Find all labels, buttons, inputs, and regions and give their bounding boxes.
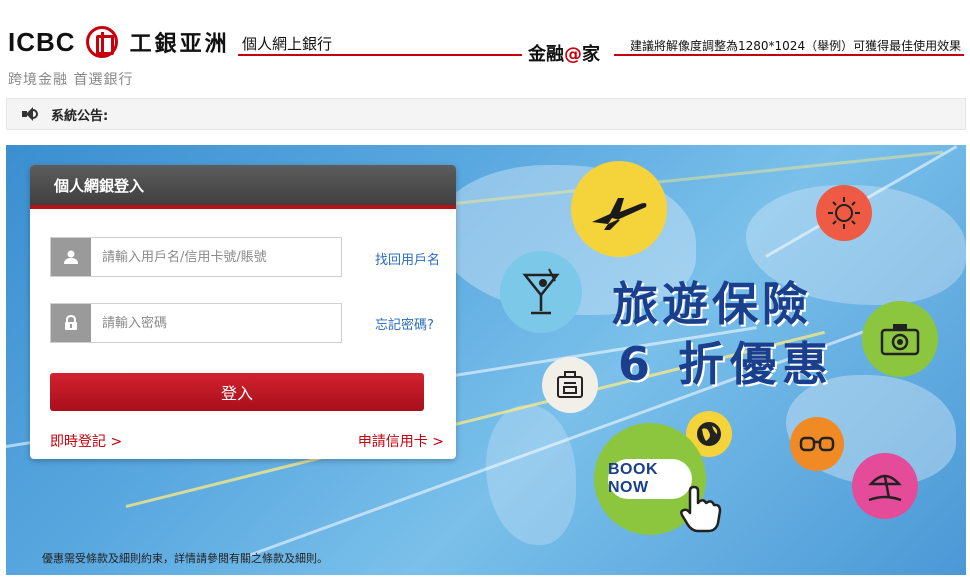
airplane-icon xyxy=(571,161,667,257)
system-notice-bar: 系統公告: xyxy=(6,98,966,130)
header-divider-right xyxy=(614,54,964,56)
hand-pointer-icon xyxy=(678,485,722,537)
brand-slogan-left: 金融 xyxy=(528,44,564,65)
register-link[interactable]: 即時登記 > xyxy=(50,431,122,451)
logo-chinese-name: 工銀亚洲 xyxy=(129,32,230,57)
beach-umbrella-icon xyxy=(852,453,918,519)
system-notice-label: 系統公告: xyxy=(51,108,109,124)
header-divider-left xyxy=(238,54,522,56)
speaker-icon xyxy=(21,106,39,122)
promo-disclaimer: 優惠需受條款及細則約束，詳情請參閱有關之條款及細則。 xyxy=(42,552,328,565)
forgot-username-link[interactable]: 找回用戶名 xyxy=(375,249,440,268)
forgot-password-link[interactable]: 忘記密碼? xyxy=(375,314,434,333)
cocktail-icon xyxy=(500,251,582,333)
login-panel: 個人網銀登入 找回用戶名 忘記密碼? 登入 即時登記 > 申請信用卡 > xyxy=(30,165,456,459)
icbc-seal-icon xyxy=(85,26,118,58)
brand-slogan: 金融@家 xyxy=(526,40,602,66)
password-input[interactable] xyxy=(91,305,341,341)
sunglasses-icon xyxy=(790,417,844,471)
password-field[interactable] xyxy=(50,303,342,343)
brand-slogan-at: @ xyxy=(564,44,582,65)
brand-slogan-right: 家 xyxy=(582,44,600,65)
login-title: 個人網銀登入 xyxy=(54,176,145,195)
page-header: ICBC 工銀亚洲 跨境金融 首選銀行 個人網上銀行 金融@家 建議將解像度調整… xyxy=(0,0,970,98)
map-continent xyxy=(486,405,576,545)
tagline: 跨境金融 首選銀行 xyxy=(8,72,134,88)
promo-headline: 旅遊保險 xyxy=(612,277,812,331)
lock-icon xyxy=(51,304,91,342)
resolution-note: 建議將解像度調整為1280*1024（舉例）可獲得最佳使用效果 xyxy=(630,39,962,53)
login-panel-header: 個人網銀登入 xyxy=(30,165,456,209)
promo-discount: 6 折優惠 xyxy=(618,337,835,391)
login-button[interactable]: 登入 xyxy=(50,373,424,411)
section-title: 個人網上銀行 xyxy=(242,35,333,53)
logo-text: ICBC xyxy=(8,26,76,57)
username-input[interactable] xyxy=(91,239,341,275)
suitcase-icon xyxy=(542,357,598,413)
sun-icon xyxy=(816,185,872,241)
username-field[interactable] xyxy=(50,237,342,277)
icbc-logo[interactable]: ICBC 工銀亚洲 xyxy=(8,26,230,58)
camera-icon xyxy=(862,301,938,377)
apply-credit-card-link[interactable]: 申請信用卡 > xyxy=(358,431,444,451)
user-icon xyxy=(51,238,91,276)
